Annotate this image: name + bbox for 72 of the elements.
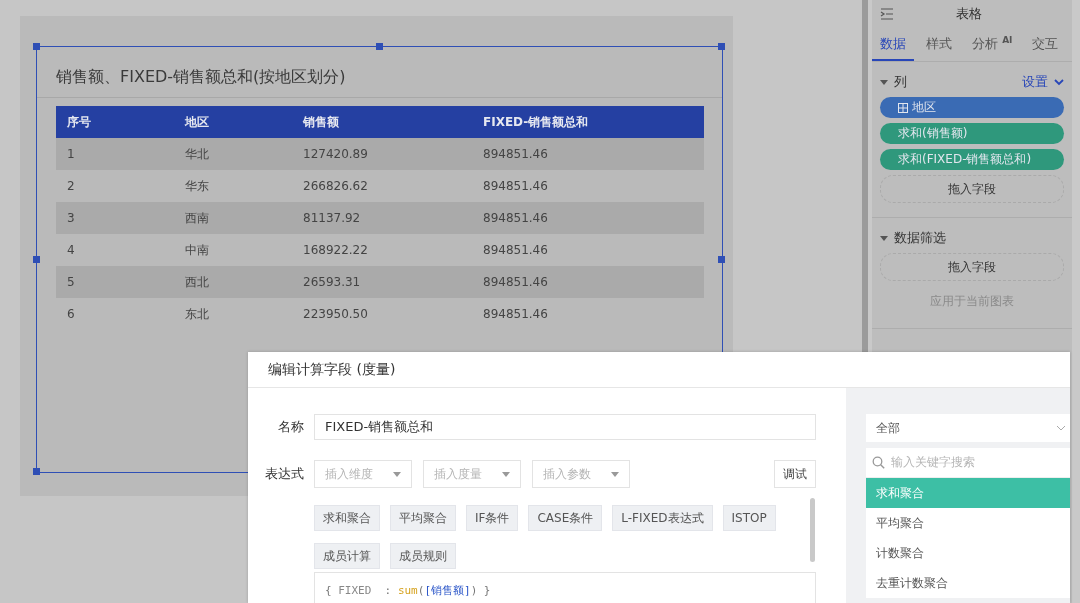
field-pill[interactable]: 地区 <box>880 97 1064 118</box>
tab[interactable]: 数据 <box>872 35 914 61</box>
code-editor[interactable]: { FIXED : sum([销售额]) } <box>314 572 816 603</box>
table-cell: 6 <box>56 298 174 330</box>
chevron-icon <box>1056 425 1066 431</box>
function-chip[interactable]: 求和聚合 <box>314 505 380 531</box>
function-item[interactable]: 去重计数聚合 <box>866 568 1070 598</box>
caret-icon <box>611 471 619 477</box>
function-chip[interactable]: IF条件 <box>466 505 519 531</box>
chevron-icon <box>1054 78 1064 86</box>
table-cell: 168922.22 <box>292 234 472 266</box>
table-cell: 26593.31 <box>292 266 472 298</box>
table-cell: 894851.46 <box>472 138 704 170</box>
triangle-icon[interactable] <box>880 234 888 242</box>
caret-icon <box>393 471 401 477</box>
table-cell: 127420.89 <box>292 138 472 170</box>
function-chip[interactable]: 成员计算 <box>314 543 380 569</box>
table-cell: 西南 <box>174 202 292 234</box>
settings-link[interactable]: 设置 <box>1022 73 1064 91</box>
column-header: FIXED-销售额总和 <box>472 106 704 138</box>
table-cell: 华东 <box>174 170 292 202</box>
table-cell: 894851.46 <box>472 202 704 234</box>
caret-icon <box>502 471 510 477</box>
resize-handle[interactable] <box>33 255 40 263</box>
table-cell: 81137.92 <box>292 202 472 234</box>
function-item[interactable]: 计数聚合 <box>866 538 1070 568</box>
table-cell: 2 <box>56 170 174 202</box>
table-cell: 4 <box>56 234 174 266</box>
section-title: 数据筛选 <box>894 229 947 247</box>
table-cell: 894851.46 <box>472 170 704 202</box>
table-cell: 西北 <box>174 266 292 298</box>
function-item[interactable]: 平均聚合 <box>866 508 1070 538</box>
table-cell: 中南 <box>174 234 292 266</box>
column-header: 地区 <box>174 106 292 138</box>
resize-handle[interactable] <box>33 43 40 50</box>
debug-button[interactable]: 调试 <box>774 460 816 488</box>
triangle-icon[interactable] <box>880 78 888 86</box>
scrollbar[interactable] <box>810 498 815 562</box>
resize-handle[interactable] <box>33 468 40 475</box>
resize-handle[interactable] <box>375 43 383 50</box>
resize-handle[interactable] <box>718 43 725 50</box>
table-cell: 东北 <box>174 298 292 330</box>
function-chip[interactable]: 成员规则 <box>390 543 456 569</box>
column-header: 序号 <box>56 106 174 138</box>
tab[interactable]: 样式 <box>918 35 960 61</box>
panel-title: 表格 <box>955 4 983 23</box>
grid-icon <box>898 102 908 113</box>
table-cell: 894851.46 <box>472 298 704 330</box>
function-chip[interactable]: CASE条件 <box>528 505 603 531</box>
table-cell: 1 <box>56 138 174 170</box>
table-cell: 894851.46 <box>472 266 704 298</box>
search-icon <box>872 456 885 469</box>
tab[interactable]: 分析 $^{AI}$ <box>964 34 1021 61</box>
function-chip[interactable]: 平均聚合 <box>390 505 456 531</box>
section-title: 列 <box>894 73 908 91</box>
resize-handle[interactable] <box>718 255 725 263</box>
name-input[interactable]: FIXED-销售额总和 <box>314 414 816 440</box>
function-chip[interactable]: L-FIXED表达式 <box>612 505 713 531</box>
field-label: 表达式 <box>264 465 304 483</box>
table-cell: 5 <box>56 266 174 298</box>
collapse-icon[interactable] <box>880 7 894 20</box>
category-select[interactable]: 全部 <box>866 414 1070 442</box>
table-cell: 266826.62 <box>292 170 472 202</box>
table-cell: 华北 <box>174 138 292 170</box>
chart-title: 销售额、FIXED-销售额总和(按地区划分) <box>37 47 722 98</box>
column-header: 销售额 <box>292 106 472 138</box>
table-cell: 894851.46 <box>472 234 704 266</box>
field-label: 名称 <box>277 418 304 436</box>
table-cell: 223950.50 <box>292 298 472 330</box>
function-chip[interactable]: ISTOP <box>722 505 776 531</box>
tab[interactable]: 交互 <box>1024 35 1067 61</box>
table-cell: 3 <box>56 202 174 234</box>
